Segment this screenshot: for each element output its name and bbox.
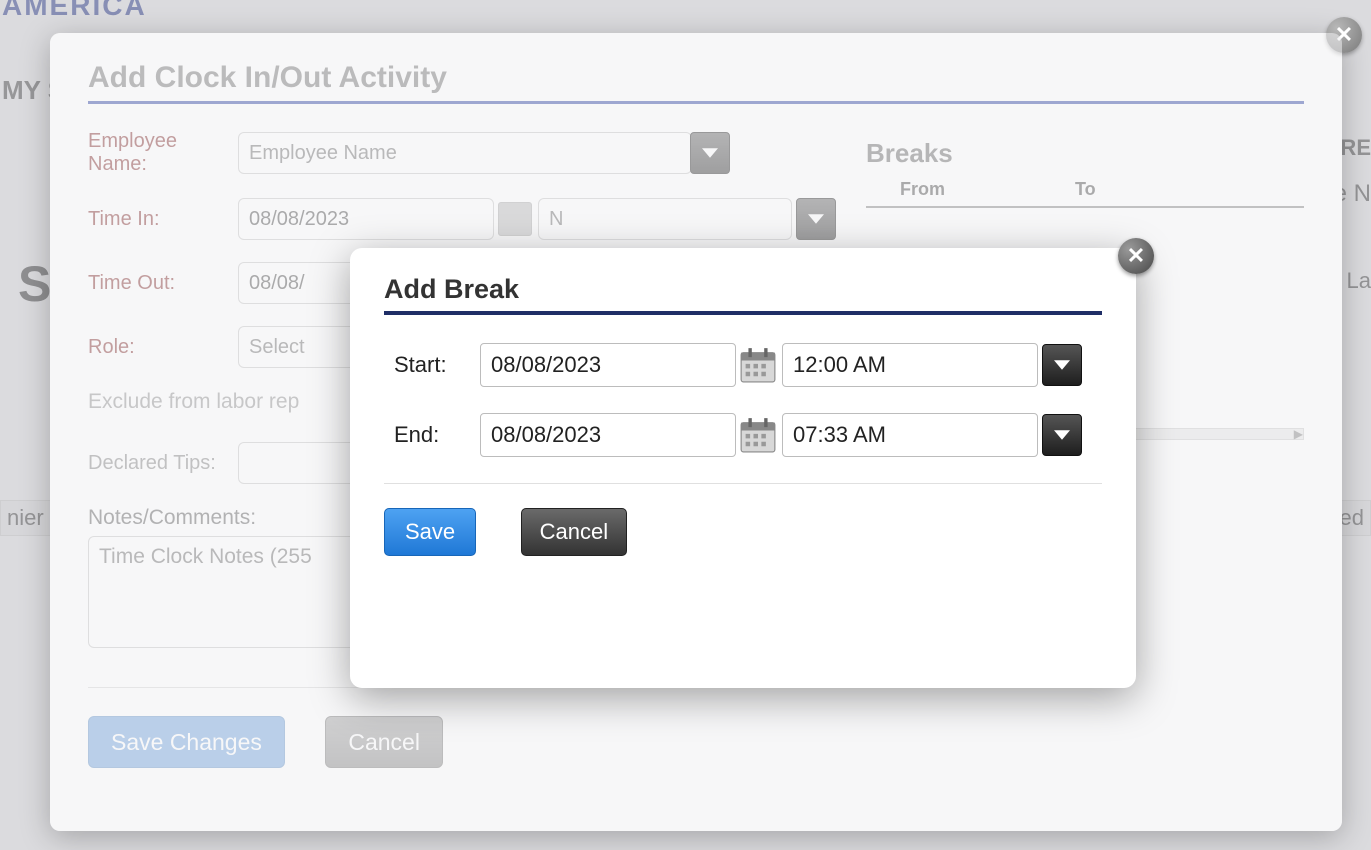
end-date-input[interactable] <box>480 413 736 457</box>
chevron-down-icon[interactable] <box>1042 344 1082 386</box>
end-label: End: <box>394 422 480 448</box>
add-break-dialog: ✕ Add Break Start: End: Save Cancel <box>350 248 1136 688</box>
calendar-icon[interactable] <box>740 417 776 453</box>
chevron-down-icon[interactable] <box>1042 414 1082 456</box>
save-button[interactable]: Save <box>384 508 476 556</box>
end-time-input[interactable] <box>782 413 1038 457</box>
separator <box>384 483 1102 484</box>
calendar-icon[interactable] <box>740 347 776 383</box>
close-icon[interactable]: ✕ <box>1118 238 1154 274</box>
cancel-button[interactable]: Cancel <box>521 508 627 556</box>
start-label: Start: <box>394 352 480 378</box>
start-time-input[interactable] <box>782 343 1038 387</box>
start-date-input[interactable] <box>480 343 736 387</box>
title-divider <box>384 311 1102 315</box>
add-clock-activity-dialog: ✕ Add Clock In/Out Activity Employee Nam… <box>50 33 1342 831</box>
break-dialog-title: Add Break <box>384 274 1102 305</box>
